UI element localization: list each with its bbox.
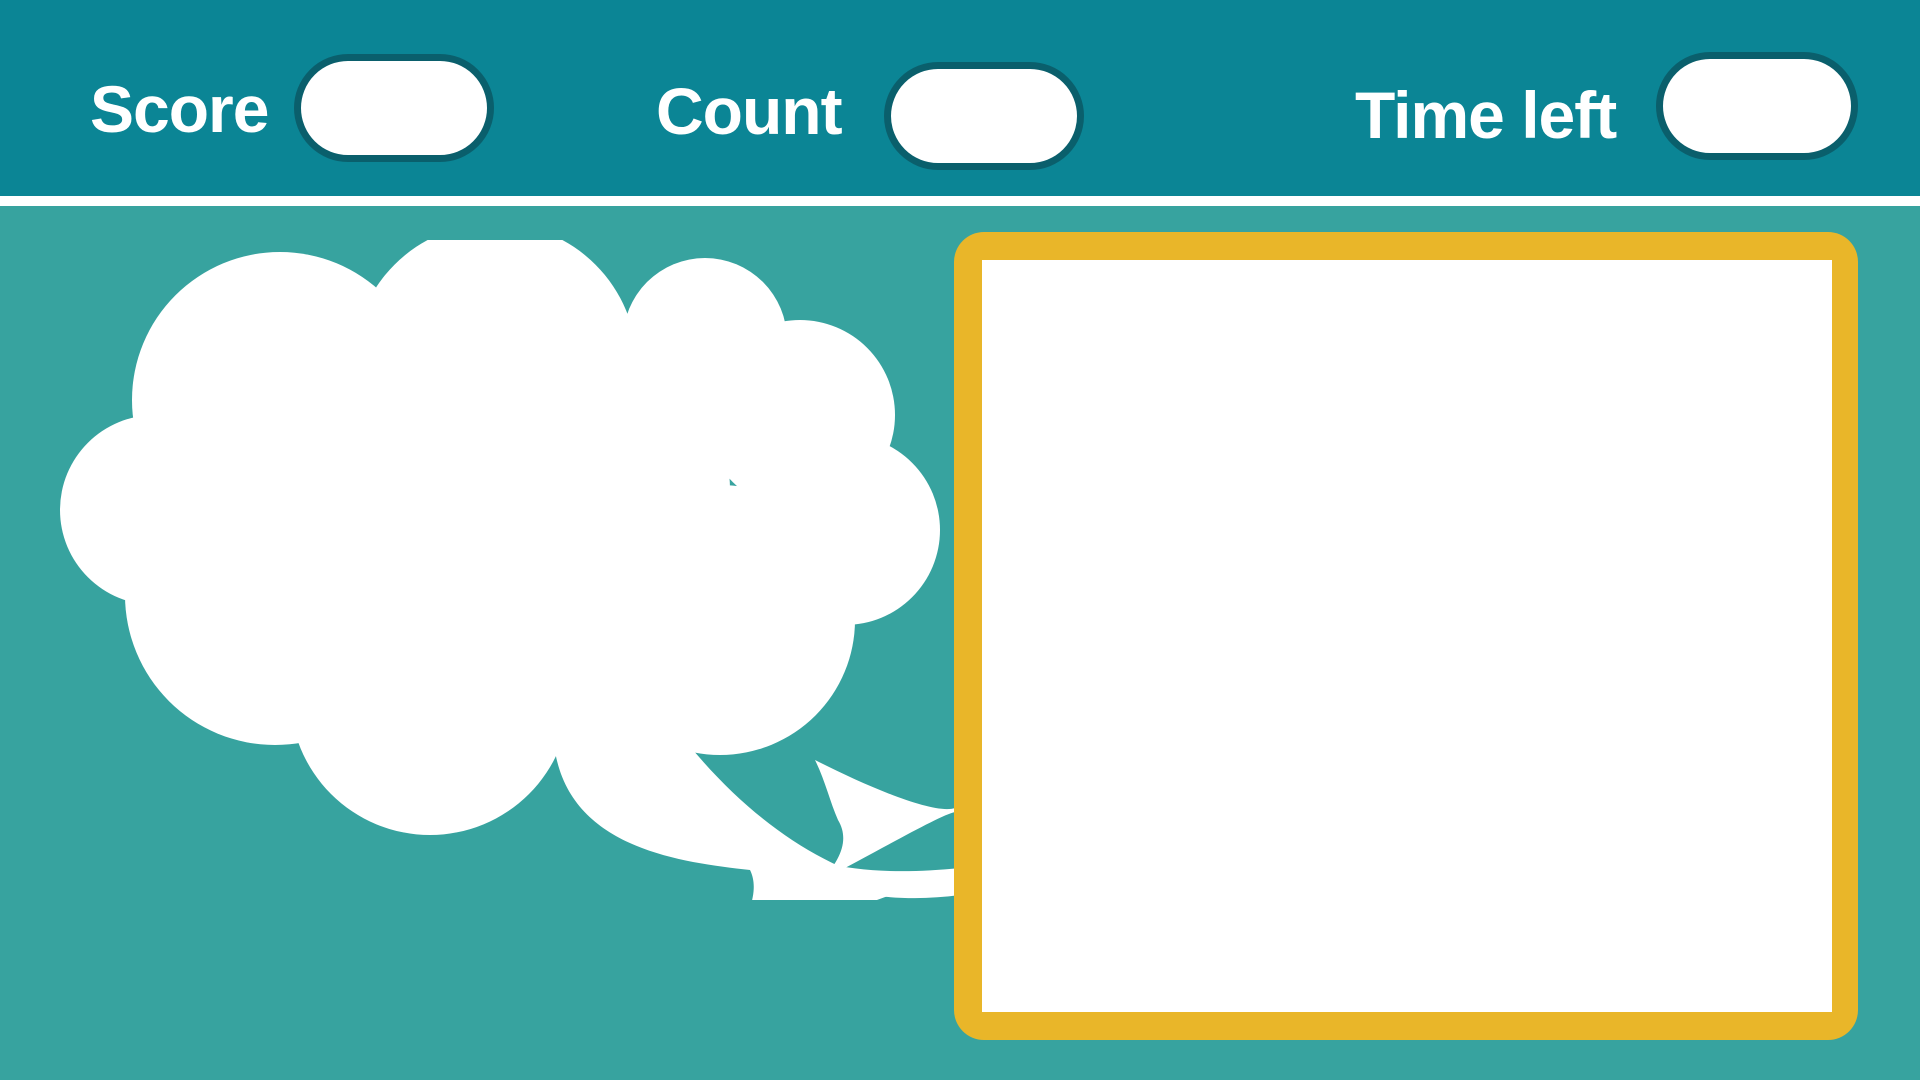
time-left-display <box>1656 52 1858 160</box>
answer-area[interactable] <box>982 260 1832 1012</box>
score-display <box>294 54 494 162</box>
answer-frame <box>954 232 1858 1040</box>
count-display <box>884 62 1084 170</box>
thought-bubble-icon <box>60 240 960 900</box>
score-label: Score <box>90 72 269 146</box>
time-left-label: Time left <box>1355 78 1617 152</box>
count-label: Count <box>656 74 843 148</box>
header-divider <box>0 196 1920 206</box>
hud-bar: Score Count Time left <box>0 0 1920 196</box>
